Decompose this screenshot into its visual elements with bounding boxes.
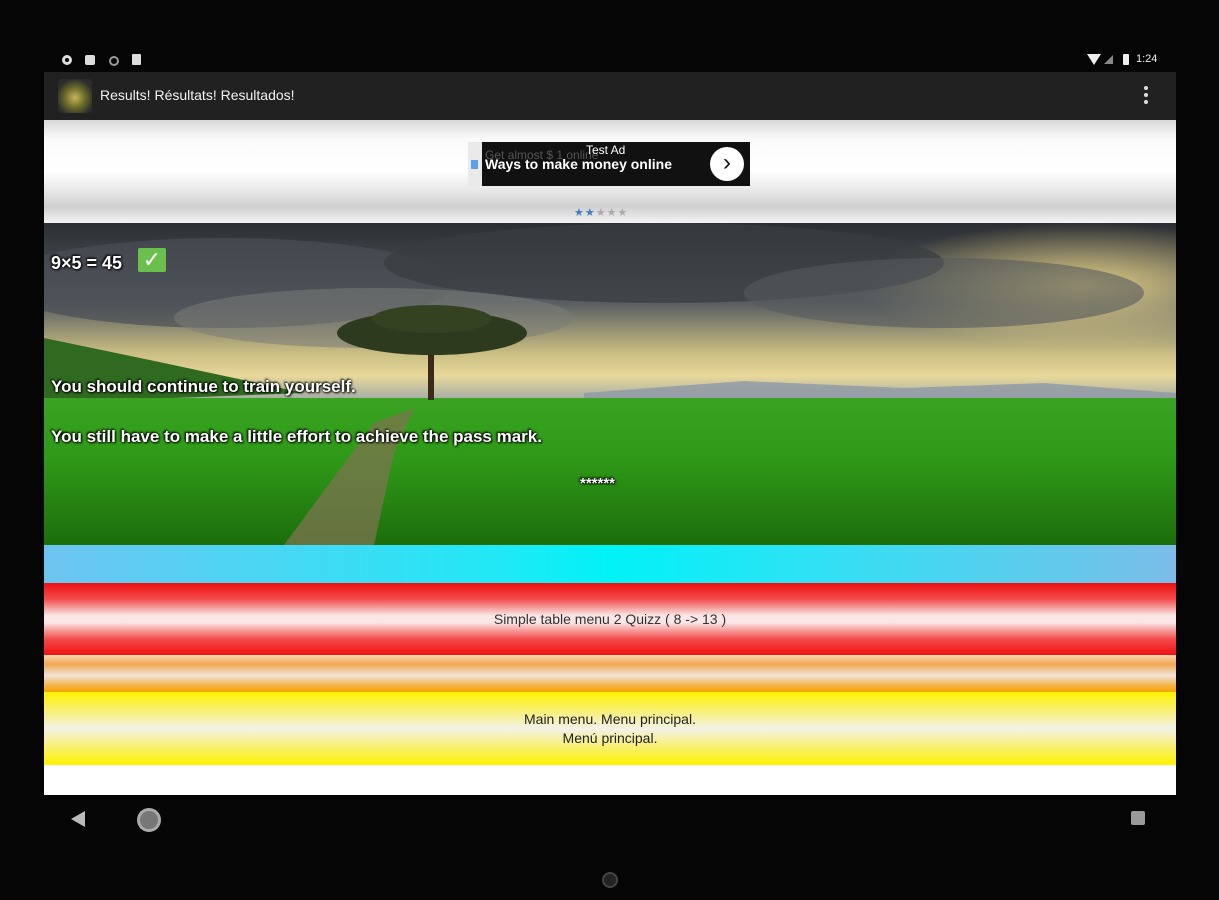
home-icon[interactable]: [137, 808, 161, 832]
ad-choices-icon[interactable]: [468, 142, 482, 186]
main-menu-button[interactable]: Main menu. Menu principal. Menú principa…: [44, 692, 1176, 765]
ad-open-arrow-icon[interactable]: ›: [710, 147, 744, 181]
sync-notification-icon: [109, 56, 119, 66]
feedback-message-1: You should continue to train yourself.: [51, 377, 356, 396]
signal-icon: [1104, 55, 1113, 64]
status-bar: 1:24: [44, 50, 1176, 72]
ad-test-label: Test Ad: [586, 143, 626, 157]
question-text: 9×5 = 45: [51, 253, 123, 273]
action-bar: Results! Résultats! Resultados!: [44, 72, 1176, 120]
settings-notification-icon: [62, 55, 72, 65]
score-asterisks: ******: [580, 475, 616, 492]
simple-table-quiz-button[interactable]: Simple table menu 2 Quizz ( 8 -> 13 ): [44, 583, 1176, 655]
ad-headline: Ways to make money online: [485, 156, 672, 172]
camera-dot: [602, 872, 618, 888]
main-menu-label-line-1: Main menu. Menu principal.: [524, 710, 696, 727]
star-empty-icon: ★: [617, 207, 629, 219]
clipboard-notification-icon: [132, 54, 141, 65]
bottom-white-band: [44, 765, 1176, 795]
orange-divider-band: [44, 655, 1176, 692]
wifi-icon: [1087, 54, 1101, 65]
overflow-menu-icon[interactable]: [1140, 84, 1152, 108]
recent-apps-icon[interactable]: [1131, 811, 1145, 825]
ad-band: Get almost $ 1 online Test Ad Ways to ma…: [44, 120, 1176, 223]
ad-star-rating: ★★★★★: [574, 206, 628, 219]
cyan-divider-band: [44, 545, 1176, 583]
star-filled-icon: ★: [584, 207, 596, 219]
star-filled-icon: ★: [574, 207, 585, 219]
check-icon: ✓: [138, 248, 166, 272]
app-logo-icon: [58, 79, 92, 113]
feedback-message-2: You still have to make a little effort t…: [51, 427, 542, 446]
back-icon[interactable]: [71, 811, 85, 827]
clock: 1:24: [1136, 53, 1158, 65]
star-empty-icon: ★: [595, 207, 607, 219]
ad-banner[interactable]: Get almost $ 1 online Test Ad Ways to ma…: [468, 142, 750, 186]
result-background-image: 9×5 = 45 ✓ You should continue to train …: [44, 223, 1176, 545]
star-empty-icon: ★: [606, 207, 618, 219]
battery-icon: [1123, 54, 1129, 65]
app-notification-icon: [85, 55, 95, 65]
main-menu-label-line-2: Menú principal.: [562, 729, 658, 746]
screen-title: Results! Résultats! Resultados!: [100, 87, 295, 103]
